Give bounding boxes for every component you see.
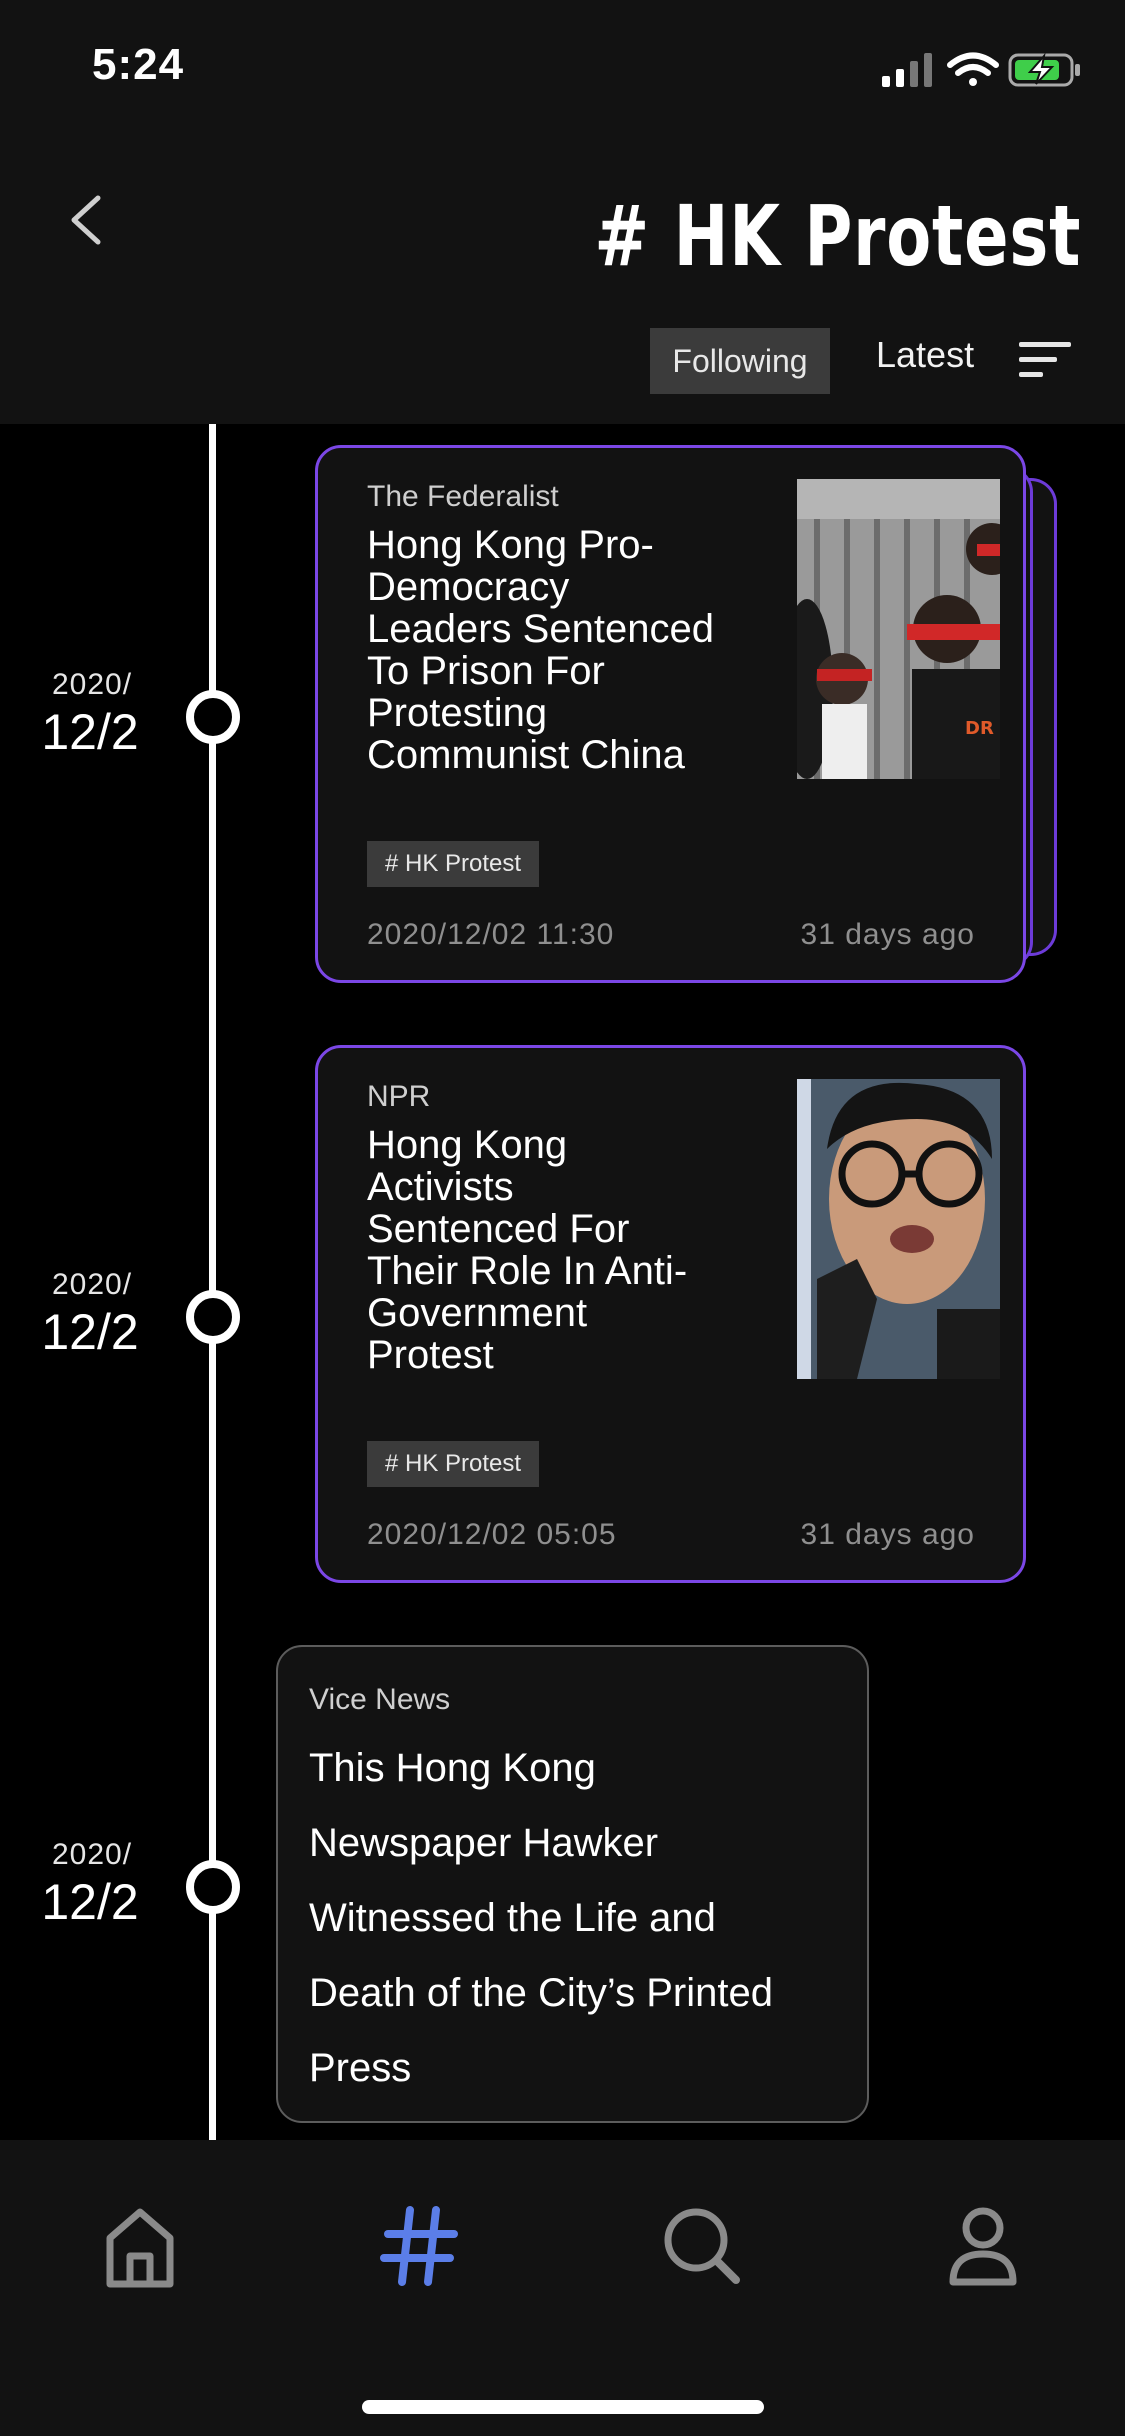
relative-time: 31 days ago <box>800 1518 975 1551</box>
headline-line: Government <box>367 1291 588 1335</box>
headline-line: Activists <box>367 1165 514 1209</box>
svg-text:DR: DR <box>965 718 994 739</box>
headline-line: To Prison For <box>367 649 605 693</box>
profile-icon <box>949 2207 1017 2286</box>
sort-button[interactable] <box>1015 336 1075 386</box>
news-card[interactable]: Vice News This Hong Kong Newspaper Hawke… <box>276 1645 869 2123</box>
headline-line: Leaders Sentenced <box>367 607 714 651</box>
protest-photo: DR <box>797 479 1000 779</box>
headline-line: Sentenced For <box>367 1207 630 1251</box>
headline-line: Protest <box>367 1333 494 1377</box>
headline-line: Newspaper Hawker <box>309 1821 659 1865</box>
status-icons <box>878 50 1088 90</box>
entry-date-day: 12/2 <box>41 1874 139 1930</box>
timeline-node <box>186 1860 240 1914</box>
home-indicator[interactable] <box>362 2400 764 2414</box>
header: 5:24 # HK Protest Following Latest <box>0 0 1125 424</box>
sort-label[interactable]: Latest <box>876 334 974 376</box>
news-headline[interactable]: Hong Kong Activists Sentenced For Their … <box>367 1124 687 1376</box>
news-source: The Federalist <box>367 480 559 513</box>
headline-line: Hong Kong Pro- <box>367 523 654 567</box>
headline-line: Protesting <box>367 691 548 735</box>
sort-icon <box>1019 342 1071 377</box>
hashtag-chip[interactable]: # HK Protest <box>367 1441 540 1487</box>
news-headline[interactable]: This Hong Kong Newspaper Hawker Witnesse… <box>309 1731 773 2106</box>
news-card[interactable]: NPR Hong Kong Activists Sentenced For Th… <box>315 1045 1026 1583</box>
news-thumbnail[interactable] <box>797 1079 1000 1379</box>
headline-line: Hong Kong <box>367 1123 568 1167</box>
page-title: # HK Protest <box>594 187 1081 285</box>
following-filter-chip[interactable]: Following <box>650 328 830 394</box>
hashtag-icon <box>380 2206 458 2286</box>
headline-line: Democracy <box>367 565 570 609</box>
status-time: 5:24 <box>92 40 185 89</box>
back-button[interactable] <box>56 180 116 260</box>
battery-charging-icon <box>1008 52 1080 87</box>
entry-date-year: 2020/ <box>51 1838 133 1871</box>
timeline-node <box>186 690 240 744</box>
entry-date-day: 12/2 <box>41 1304 139 1360</box>
headline-line: This Hong Kong <box>309 1746 596 1790</box>
home-icon <box>106 2208 174 2288</box>
tab-home[interactable] <box>90 2196 190 2296</box>
news-card[interactable]: The Federalist Hong Kong Pro- Democracy … <box>315 445 1026 983</box>
news-headline[interactable]: Hong Kong Pro- Democracy Leaders Sentenc… <box>367 524 714 776</box>
chevron-left-icon <box>71 195 101 245</box>
entry-date-year: 2020/ <box>51 1268 133 1301</box>
headline-line: Their Role In Anti- <box>367 1249 688 1293</box>
headline-line: Press <box>309 2046 412 2090</box>
tab-profile[interactable] <box>933 2196 1033 2296</box>
headline-line: Communist China <box>367 733 685 777</box>
activist-photo <box>797 1079 1000 1379</box>
entry-date-year: 2020/ <box>51 668 133 701</box>
news-source: NPR <box>367 1080 431 1113</box>
news-thumbnail[interactable]: DR <box>797 479 1000 779</box>
wifi-icon <box>947 52 999 86</box>
tab-bar <box>0 2140 1125 2436</box>
relative-time: 31 days ago <box>800 918 975 951</box>
search-icon <box>664 2208 740 2284</box>
headline-line: Witnessed the Life and <box>309 1896 716 1940</box>
news-source: Vice News <box>309 1683 451 1716</box>
hashtag-chip[interactable]: # HK Protest <box>367 841 540 887</box>
tab-hashtag[interactable] <box>370 2196 470 2296</box>
entry-date-day: 12/2 <box>41 704 139 760</box>
news-timestamp: 2020/12/02 05:05 <box>367 1518 617 1551</box>
tab-search[interactable] <box>652 2196 752 2296</box>
cellular-signal-icon <box>882 53 932 87</box>
news-timestamp: 2020/12/02 11:30 <box>367 918 615 951</box>
timeline-node <box>186 1290 240 1344</box>
headline-line: Death of the City’s Printed <box>309 1971 773 2015</box>
